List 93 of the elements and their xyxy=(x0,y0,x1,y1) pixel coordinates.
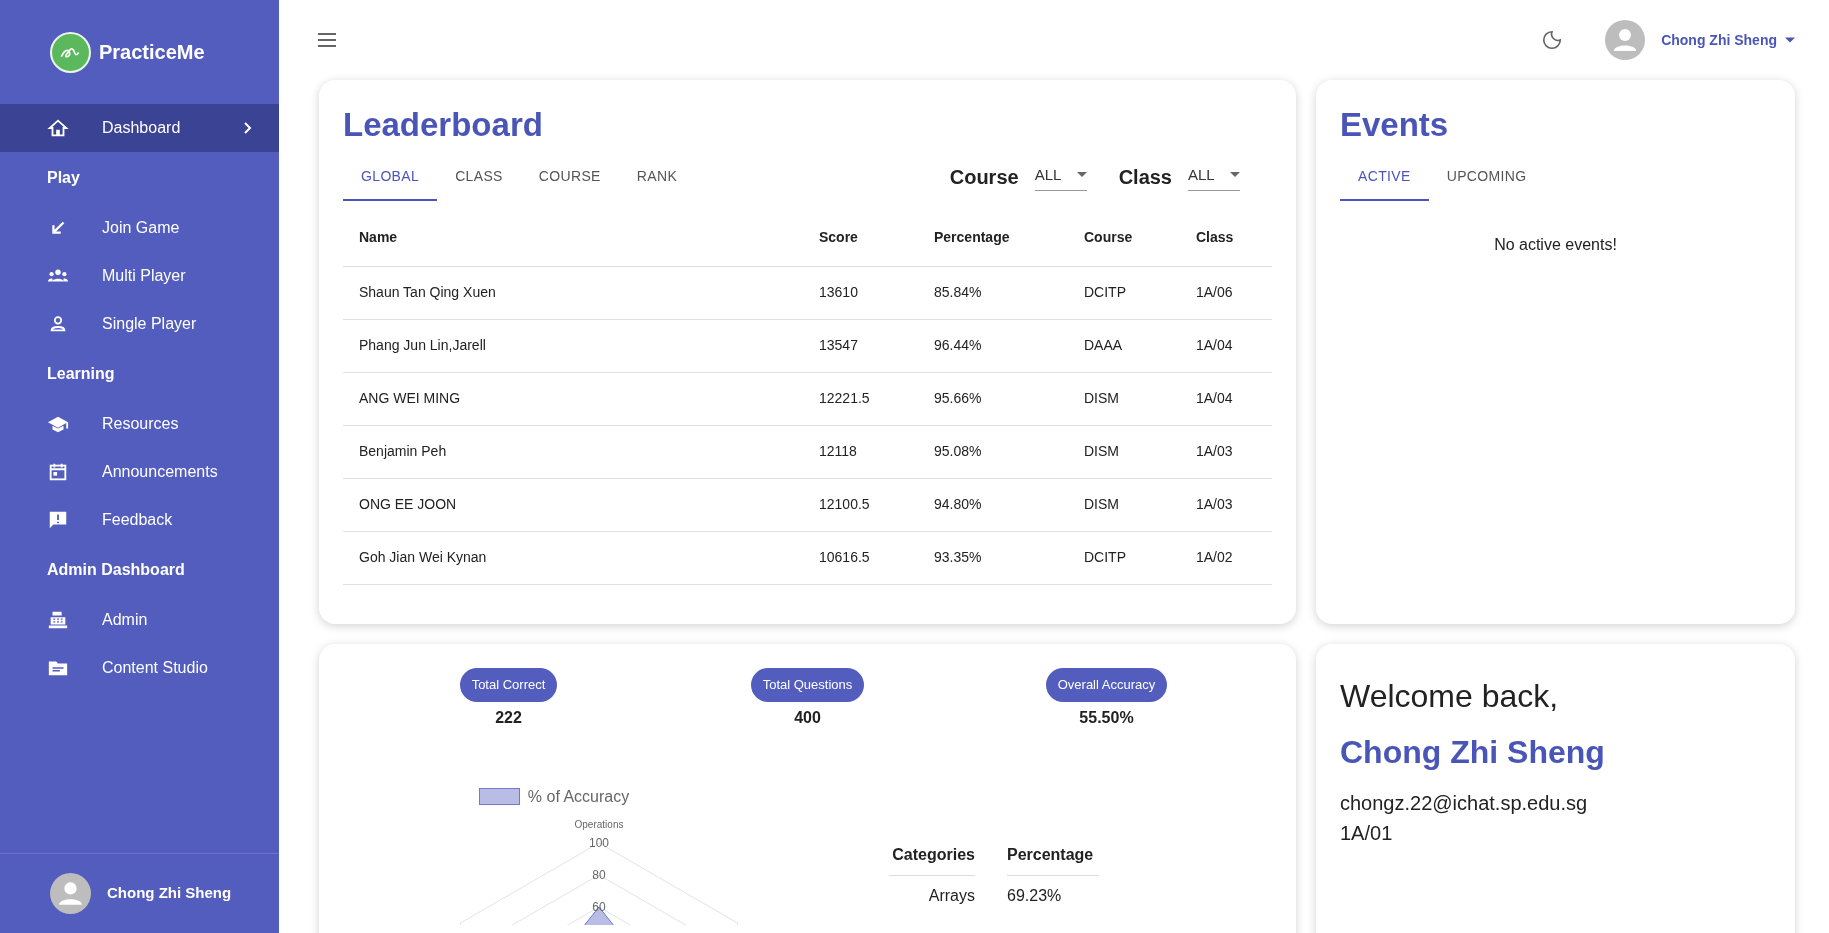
column-header: Score xyxy=(803,209,918,267)
table-cell: DISM xyxy=(1068,372,1180,426)
column-header: Class xyxy=(1180,209,1272,267)
tab[interactable]: CLASS xyxy=(437,153,521,202)
tab[interactable]: RANK xyxy=(618,153,696,202)
user-menu[interactable]: Chong Zhi Sheng xyxy=(1661,29,1795,51)
sidebar-item[interactable]: Dashboard xyxy=(0,104,279,152)
sidebar-item[interactable]: Single Player xyxy=(0,300,279,348)
brand-name: PracticeMe xyxy=(99,40,205,65)
table-cell: DAAA xyxy=(1068,319,1180,373)
tick-label: 60 xyxy=(592,899,606,914)
table-cell: 12221.5 xyxy=(803,372,918,426)
legend-label: % of Accuracy xyxy=(527,786,630,807)
card-title: Events xyxy=(1340,105,1450,145)
table-cell: Benjamin Peh xyxy=(343,425,803,479)
table-cell: 1A/06 xyxy=(1180,266,1272,320)
welcome-greeting: Welcome back, xyxy=(1340,677,1560,716)
table-cell-text: Arrays xyxy=(927,885,975,906)
tick-label: 100 xyxy=(589,835,609,850)
dark-mode-icon[interactable] xyxy=(1541,29,1564,51)
table-cell: 94.80% xyxy=(918,478,1068,532)
home-icon xyxy=(47,117,69,139)
table-cell-text: 69.23% xyxy=(1007,885,1063,906)
filter-dropdown[interactable]: ALL xyxy=(1188,163,1240,191)
section-heading: Admin Dashboard xyxy=(46,560,186,580)
table-cell: Phang Jun Lin,Jarell xyxy=(343,319,803,373)
table-cell: 13610 xyxy=(803,266,918,320)
stat-label: Overall Accuracy xyxy=(1045,668,1168,702)
table-cell: 85.84% xyxy=(918,266,1068,320)
sidebar-item[interactable]: Content Studio xyxy=(0,644,279,692)
table-cell: Shaun Tan Qing Xuen xyxy=(343,266,803,320)
table-cell: 12100.5 xyxy=(803,478,918,532)
tab[interactable]: UPCOMING xyxy=(1428,153,1545,202)
sidebar-item[interactable]: Admin xyxy=(0,596,279,644)
caret-icon xyxy=(1230,172,1240,178)
empty-message: No active events! xyxy=(1494,235,1617,256)
table-cell: 95.08% xyxy=(918,425,1068,479)
table-cell: 1A/04 xyxy=(1180,372,1272,426)
user-class: 1A/01 xyxy=(1340,821,1394,846)
column-header: Categories xyxy=(889,842,975,876)
column-header: Course xyxy=(1068,209,1180,267)
table-cell: DCITP xyxy=(1068,266,1180,320)
caret-icon xyxy=(1785,37,1795,43)
welcome-name: Chong Zhi Sheng xyxy=(1340,733,1606,772)
table-cell: 95.66% xyxy=(918,372,1068,426)
stat-value: 55.50% xyxy=(1079,707,1134,728)
tab[interactable]: GLOBAL xyxy=(343,153,438,202)
table-cell: 96.44% xyxy=(918,319,1068,373)
avatar-icon xyxy=(1605,20,1646,60)
legend-swatch-icon xyxy=(478,788,520,805)
filter-label: Class xyxy=(1118,165,1172,191)
filter-dropdown[interactable]: ALL xyxy=(1034,163,1087,191)
table-cell: Goh Jian Wei Kynan xyxy=(343,531,803,585)
tick-label: 80 xyxy=(592,867,606,882)
sidebar-item[interactable]: Multi Player xyxy=(0,252,279,300)
column-header: Percentage xyxy=(1007,842,1099,876)
sidebar-item[interactable]: Feedback xyxy=(0,496,279,544)
axis-label: Operations xyxy=(574,818,624,830)
filter-label: Course xyxy=(949,165,1019,191)
tab[interactable]: COURSE xyxy=(520,153,619,202)
logo-icon xyxy=(50,31,91,73)
card-title: Leaderboard xyxy=(343,105,544,145)
sidebar-item[interactable]: Join Game xyxy=(0,204,279,252)
stat-value: 222 xyxy=(495,707,522,728)
table-cell: 93.35% xyxy=(918,531,1068,585)
column-header: Percentage xyxy=(918,209,1068,267)
table-cell: 1A/04 xyxy=(1180,319,1272,373)
table-cell: DISM xyxy=(1068,478,1180,532)
sidebar-item[interactable]: Announcements xyxy=(0,448,279,496)
sidebar-item[interactable]: Resources xyxy=(0,400,279,448)
user-name: Chong Zhi Sheng xyxy=(107,883,232,904)
stat-label: Total Questions xyxy=(750,668,865,702)
tab[interactable]: ACTIVE xyxy=(1340,153,1429,202)
table-cell: ONG EE JOON xyxy=(343,478,803,532)
table-cell: DCITP xyxy=(1068,531,1180,585)
table-cell: 1A/02 xyxy=(1180,531,1272,585)
caret-icon xyxy=(1076,172,1087,178)
section-heading: Play xyxy=(46,168,81,188)
table-cell: 12118 xyxy=(803,425,918,479)
section-heading: Learning xyxy=(46,364,116,384)
table-cell: 13547 xyxy=(803,319,918,373)
table-cell: 1A/03 xyxy=(1180,425,1272,479)
user-email: chongz.22@ichat.sp.edu.sg xyxy=(1340,791,1589,816)
stat-label: Total Correct xyxy=(459,668,558,702)
calendar-icon xyxy=(47,461,69,483)
column-header: Name xyxy=(343,209,803,267)
avatar-icon xyxy=(50,873,91,914)
table-cell: ANG WEI MING xyxy=(343,372,803,426)
table-cell: DISM xyxy=(1068,425,1180,479)
stat-value: 400 xyxy=(794,707,821,728)
table-cell: 1A/03 xyxy=(1180,478,1272,532)
cash-register-icon xyxy=(47,609,69,631)
table-cell: 10616.5 xyxy=(803,531,918,585)
